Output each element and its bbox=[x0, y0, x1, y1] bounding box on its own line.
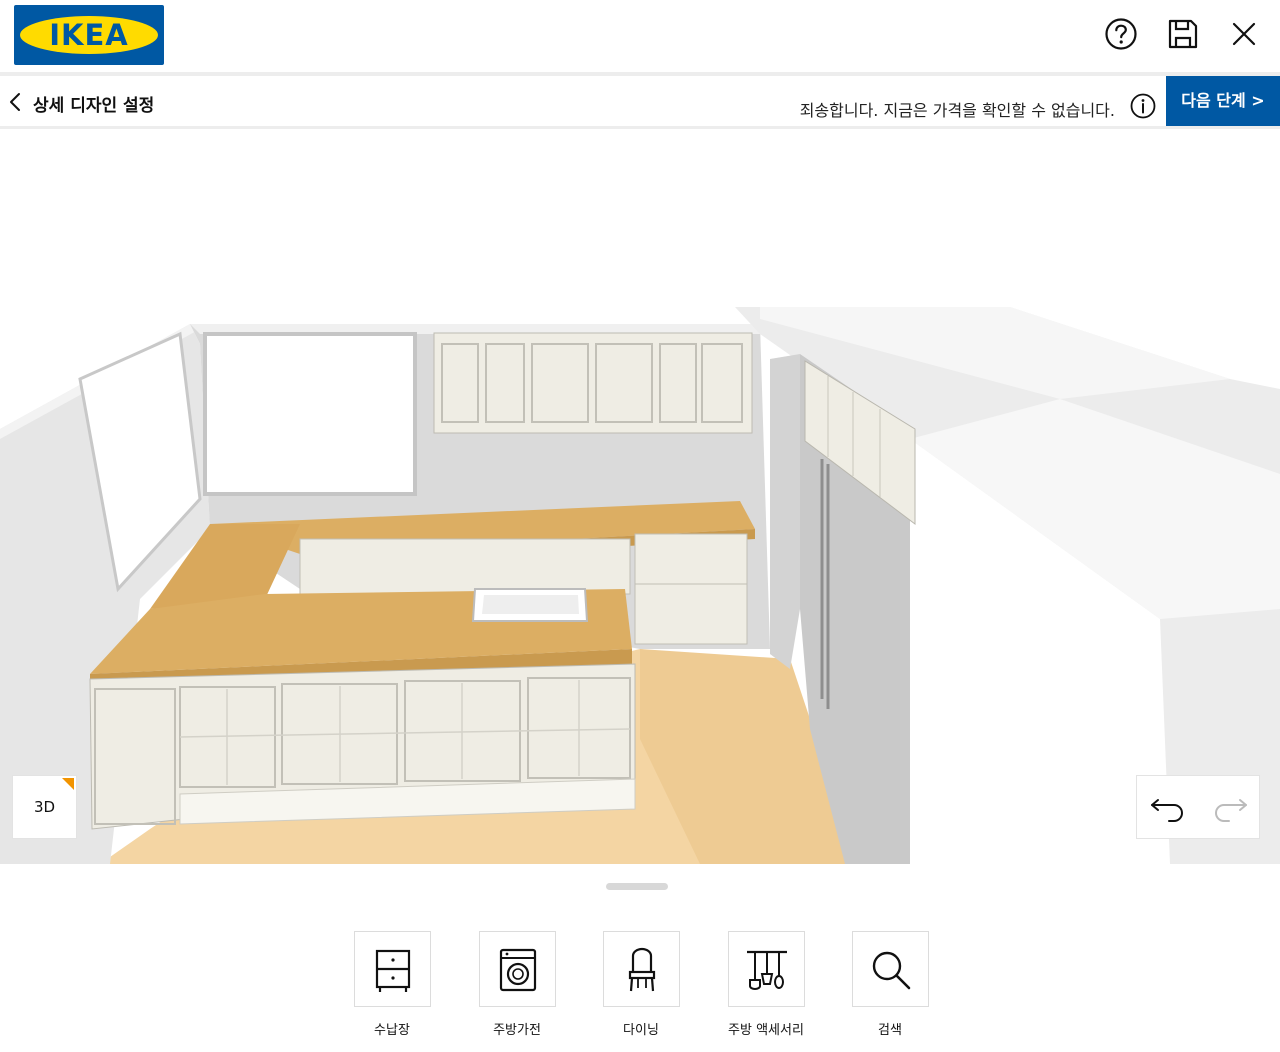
undo-redo-panel bbox=[1136, 775, 1260, 839]
cabinet-icon bbox=[375, 949, 411, 992]
toolbar-appliances-button[interactable] bbox=[479, 931, 556, 1007]
washing-machine-icon bbox=[499, 948, 537, 992]
back-link-label[interactable]: 상세 디자인 설정 bbox=[33, 91, 154, 116]
redo-icon[interactable] bbox=[1209, 793, 1249, 823]
kitchen-utensils-icon bbox=[747, 950, 787, 990]
sub-header: 상세 디자인 설정 죄송합니다. 지금은 가격을 확인할 수 없습니다. 다음 … bbox=[0, 76, 1280, 128]
view-mode-3d-button[interactable]: 3D bbox=[12, 775, 77, 839]
view-mode-label: 3D bbox=[33, 798, 56, 816]
toolbar-search-button[interactable] bbox=[852, 931, 929, 1007]
toolbar-accessories-button[interactable] bbox=[728, 931, 805, 1007]
toolbar-dining-button[interactable] bbox=[603, 931, 680, 1007]
chevron-left-icon[interactable] bbox=[8, 92, 22, 112]
next-step-button[interactable]: 다음 단계 > bbox=[1166, 76, 1280, 128]
dropdown-corner-indicator bbox=[62, 778, 74, 790]
price-unavailable-message: 죄송합니다. 지금은 가격을 확인할 수 없습니다. bbox=[799, 101, 1115, 120]
toolbar-accessories-label: 주방 액세서리 bbox=[728, 1023, 804, 1038]
logo-text: IKEA bbox=[49, 18, 129, 52]
toolbar-dining-label: 다이닝 bbox=[623, 1023, 659, 1038]
toolbar-storage-button[interactable] bbox=[354, 931, 431, 1007]
save-icon[interactable] bbox=[1166, 17, 1200, 51]
kitchen-3d-canvas[interactable]: 3D bbox=[0, 129, 1280, 864]
help-icon[interactable] bbox=[1104, 17, 1138, 51]
top-bar: IKEA bbox=[0, 0, 1280, 72]
ikea-logo[interactable]: IKEA bbox=[14, 5, 164, 65]
toolbar-search-label: 검색 bbox=[878, 1023, 902, 1038]
undo-icon[interactable] bbox=[1149, 793, 1189, 823]
close-icon[interactable] bbox=[1227, 17, 1261, 51]
search-icon bbox=[872, 951, 911, 990]
toolbar-appliances-label: 주방가전 bbox=[493, 1023, 541, 1038]
chair-icon bbox=[628, 947, 656, 992]
info-icon[interactable] bbox=[1130, 93, 1156, 119]
kitchen-3d-render bbox=[0, 307, 1280, 864]
drawer-drag-handle[interactable] bbox=[606, 883, 668, 890]
toolbar-storage-label: 수납장 bbox=[374, 1023, 410, 1038]
